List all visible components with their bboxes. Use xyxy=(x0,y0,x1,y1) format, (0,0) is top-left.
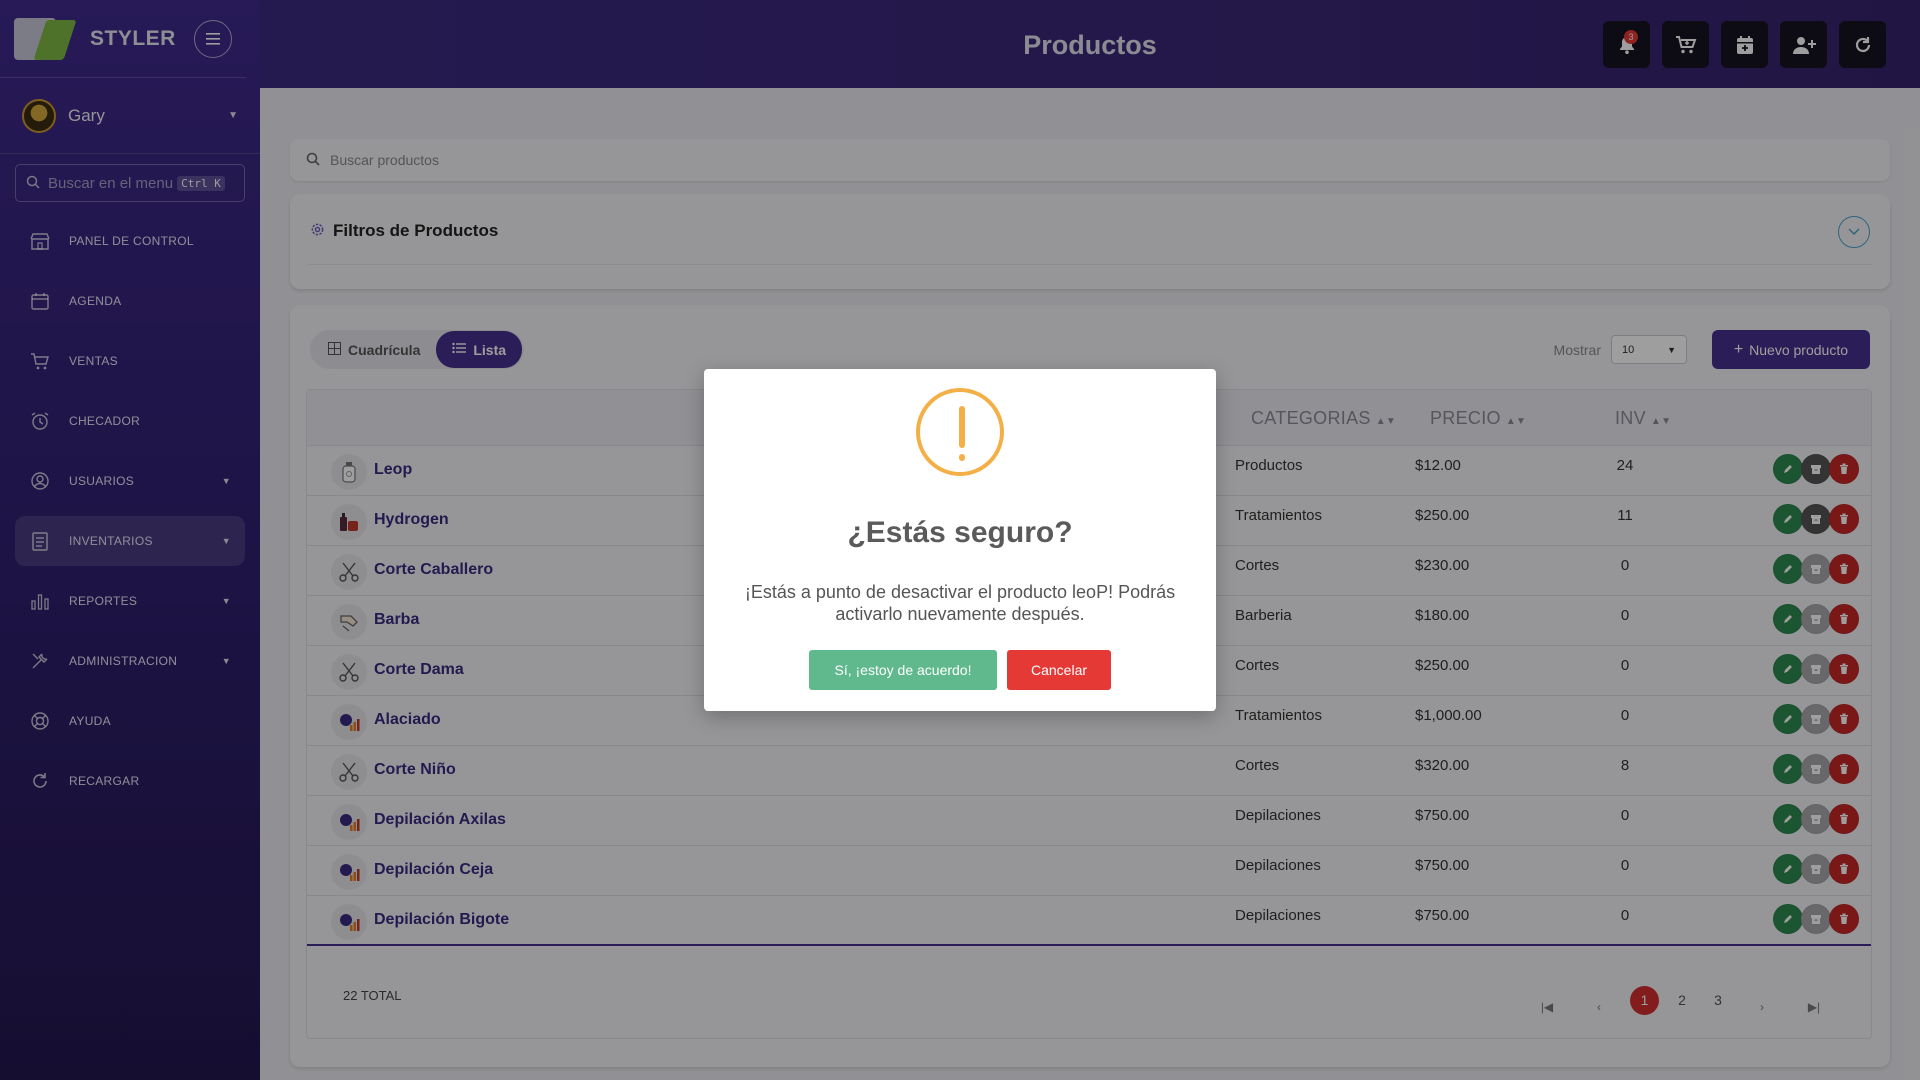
warning-icon xyxy=(916,388,1004,476)
dialog-title: ¿Estás seguro? xyxy=(847,516,1073,549)
cancel-button[interactable]: Cancelar xyxy=(1007,650,1111,690)
dialog-buttons: Sí, ¡estoy de acuerdo! Cancelar xyxy=(704,650,1216,690)
confirm-dialog: ¿Estás seguro? ¡Estás a punto de desacti… xyxy=(704,369,1216,711)
confirm-button[interactable]: Sí, ¡estoy de acuerdo! xyxy=(809,650,997,690)
dialog-message: ¡Estás a punto de desactivar el producto… xyxy=(744,582,1176,624)
